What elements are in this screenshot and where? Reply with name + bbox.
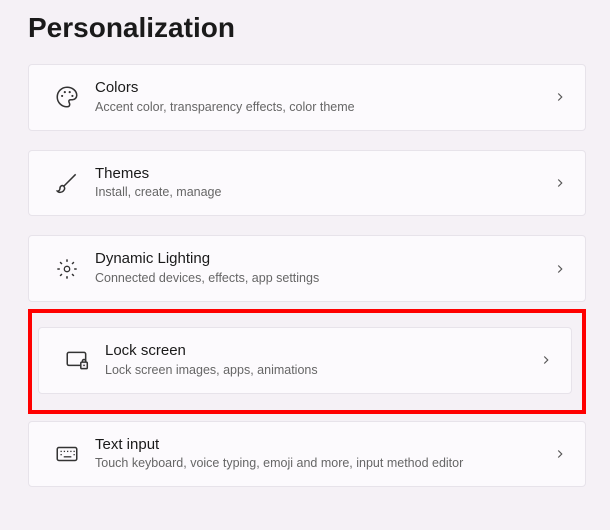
brush-icon xyxy=(45,170,89,196)
settings-item-subtitle: Install, create, manage xyxy=(95,184,545,201)
settings-item-subtitle: Accent color, transparency effects, colo… xyxy=(95,99,545,116)
settings-item-lock-screen[interactable]: Lock screen Lock screen images, apps, an… xyxy=(38,327,572,394)
palette-icon xyxy=(45,84,89,110)
settings-item-text-input[interactable]: Text input Touch keyboard, voice typing,… xyxy=(28,421,586,488)
lock-screen-icon xyxy=(55,347,99,373)
settings-item-colors[interactable]: Colors Accent color, transparency effect… xyxy=(28,64,586,131)
page-title: Personalization xyxy=(28,12,586,44)
chevron-right-icon xyxy=(553,262,567,276)
settings-item-themes[interactable]: Themes Install, create, manage xyxy=(28,150,586,217)
chevron-right-icon xyxy=(539,353,553,367)
settings-item-dynamic-lighting[interactable]: Dynamic Lighting Connected devices, effe… xyxy=(28,235,586,302)
settings-item-subtitle: Connected devices, effects, app settings xyxy=(95,270,545,287)
settings-item-title: Dynamic Lighting xyxy=(95,250,545,269)
settings-item-subtitle: Touch keyboard, voice typing, emoji and … xyxy=(95,455,545,472)
keyboard-icon xyxy=(45,441,89,467)
chevron-right-icon xyxy=(553,176,567,190)
settings-item-title: Themes xyxy=(95,165,545,184)
settings-item-subtitle: Lock screen images, apps, animations xyxy=(105,362,531,379)
chevron-right-icon xyxy=(553,90,567,104)
settings-item-title: Colors xyxy=(95,79,545,98)
lighting-icon xyxy=(45,256,89,282)
highlight-annotation: Lock screen Lock screen images, apps, an… xyxy=(28,309,586,414)
settings-item-title: Lock screen xyxy=(105,342,531,361)
settings-item-title: Text input xyxy=(95,436,545,455)
chevron-right-icon xyxy=(553,447,567,461)
